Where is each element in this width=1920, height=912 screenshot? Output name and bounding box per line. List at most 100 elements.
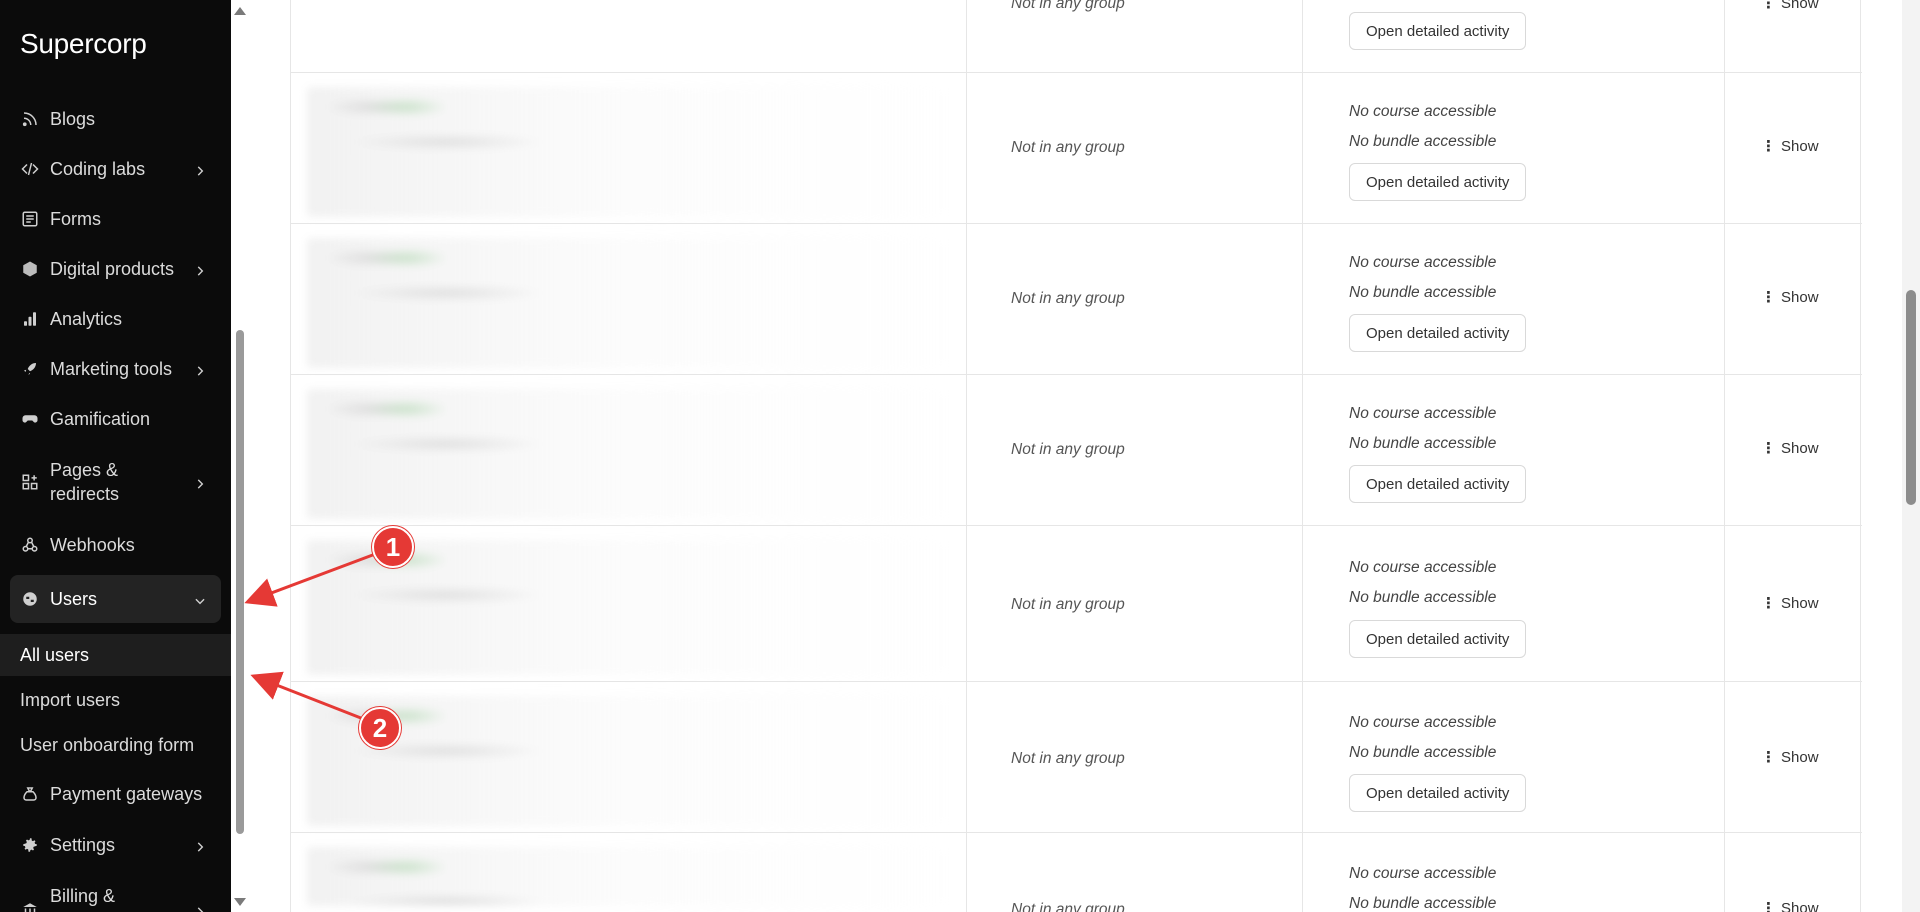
rss-icon	[20, 109, 40, 129]
show-label: Show	[1781, 440, 1819, 457]
course-access-text: No course accessible	[1349, 865, 1497, 882]
sidebar-subitem-user-onboarding-form[interactable]: User onboarding form	[0, 724, 231, 766]
gear-icon	[20, 835, 40, 855]
brand-logo[interactable]: Supercorp	[20, 28, 147, 60]
sidebar-item-label: Forms	[50, 208, 101, 229]
open-detailed-activity-button[interactable]: Open detailed activity	[1349, 774, 1527, 812]
table-row: Not in any group No course accessible No…	[291, 682, 1862, 833]
show-actions-button[interactable]: ⋮ Show	[1761, 749, 1819, 766]
open-detailed-activity-button[interactable]: Open detailed activity	[1349, 314, 1527, 352]
table-row: Not in any group No course accessible No…	[291, 73, 1862, 224]
sidebar-item-marketing-tools[interactable]: Marketing tools	[10, 349, 221, 389]
chevron-right-icon	[193, 162, 207, 176]
annotation-marker-2: 2	[359, 707, 401, 749]
bundle-access-text: No bundle accessible	[1349, 895, 1497, 912]
open-detailed-activity-button[interactable]: Open detailed activity	[1349, 12, 1527, 50]
rocket-icon	[20, 359, 40, 379]
course-access-text: No course accessible	[1349, 714, 1497, 731]
chevron-right-icon	[193, 903, 207, 912]
sidebar-item-label: Settings	[50, 834, 116, 855]
bank-icon	[20, 900, 40, 912]
sidebar-item-gamification[interactable]: Gamification	[10, 399, 221, 439]
sidebar-item-pages-redirects[interactable]: Pages & redirects	[10, 453, 221, 511]
show-label: Show	[1781, 595, 1819, 612]
chevron-right-icon	[193, 838, 207, 852]
grid-plus-icon	[20, 472, 40, 492]
kebab-menu-icon: ⋮	[1761, 0, 1776, 12]
show-label: Show	[1781, 138, 1819, 155]
kebab-menu-icon: ⋮	[1761, 900, 1776, 912]
show-actions-button[interactable]: ⋮ Show	[1761, 900, 1819, 912]
chevron-right-icon	[193, 262, 207, 276]
open-detailed-activity-button[interactable]: Open detailed activity	[1349, 465, 1527, 503]
chevron-right-icon	[193, 475, 207, 489]
users-globe-icon	[20, 589, 40, 609]
box-icon	[20, 259, 40, 279]
bundle-access-text: No bundle accessible	[1349, 435, 1497, 452]
group-cell: Not in any group	[1011, 290, 1125, 307]
page-scrollbar[interactable]	[1902, 0, 1920, 912]
course-access-text: No course accessible	[1349, 405, 1497, 422]
course-access-text: No course accessible	[1349, 254, 1497, 271]
show-actions-button[interactable]: ⋮ Show	[1761, 138, 1819, 155]
sidebar-item-label: Blogs	[50, 108, 96, 129]
sidebar-item-label: Digital products	[50, 258, 175, 279]
group-cell: Not in any group	[1011, 0, 1125, 12]
chevron-right-icon	[193, 362, 207, 376]
sidebar-item-forms[interactable]: Forms	[10, 199, 221, 239]
show-actions-button[interactable]: ⋮ Show	[1761, 440, 1819, 457]
bar-chart-icon	[20, 309, 40, 329]
table-row: Not in any group No course accessible No…	[291, 526, 1862, 682]
sidebar-item-settings[interactable]: Settings	[10, 825, 221, 865]
user-info-blurred	[307, 847, 947, 906]
table-row: Not in any group No course accessible No…	[291, 375, 1862, 526]
sidebar-item-label: Users	[50, 588, 98, 609]
sidebar-item-label: Analytics	[50, 308, 123, 329]
table-row: Not in any group No course accessible No…	[291, 833, 1862, 912]
show-label: Show	[1781, 749, 1819, 766]
group-cell: Not in any group	[1011, 441, 1125, 458]
sidebar-item-label: Payment gateways	[50, 783, 203, 804]
sidebar-item-webhooks[interactable]: Webhooks	[10, 525, 221, 565]
user-info-blurred	[307, 87, 947, 217]
show-actions-button[interactable]: ⋮ Show	[1761, 289, 1819, 306]
show-label: Show	[1781, 0, 1819, 12]
sidebar-item-blogs[interactable]: Blogs	[10, 99, 221, 139]
sidebar: Supercorp Blogs Coding labs Forms Digita…	[0, 0, 231, 912]
sidebar-item-payment-gateways[interactable]: Payment gateways	[10, 774, 221, 814]
sidebar-subitem-import-users[interactable]: Import users	[0, 679, 231, 721]
sidebar-subitem-all-users[interactable]: All users	[0, 634, 231, 676]
kebab-menu-icon: ⋮	[1761, 440, 1776, 457]
sidebar-item-coding-labs[interactable]: Coding labs	[10, 149, 221, 189]
show-label: Show	[1781, 900, 1819, 912]
table-row: Not in any group Open detailed activity …	[291, 0, 1862, 73]
group-cell: Not in any group	[1011, 750, 1125, 767]
kebab-menu-icon: ⋮	[1761, 595, 1776, 612]
sidebar-scrollbar-thumb[interactable]	[236, 330, 244, 834]
sidebar-item-digital-products[interactable]: Digital products	[10, 249, 221, 289]
sidebar-item-billing[interactable]: Billing &	[10, 876, 221, 912]
webhook-icon	[20, 535, 40, 555]
scroll-up-arrow-icon[interactable]	[234, 7, 246, 15]
code-icon	[20, 159, 40, 179]
scroll-down-arrow-icon[interactable]	[234, 898, 246, 906]
sidebar-item-users[interactable]: Users	[10, 575, 221, 623]
sidebar-item-label: Pages & redirects	[50, 460, 120, 504]
open-detailed-activity-button[interactable]: Open detailed activity	[1349, 163, 1527, 201]
open-detailed-activity-button[interactable]: Open detailed activity	[1349, 620, 1527, 658]
bundle-access-text: No bundle accessible	[1349, 284, 1497, 301]
show-actions-button[interactable]: ⋮ Show	[1761, 0, 1819, 12]
sidebar-scrollbar[interactable]	[231, 0, 248, 912]
sidebar-item-label: Billing &	[50, 886, 116, 906]
bundle-access-text: No bundle accessible	[1349, 744, 1497, 761]
page-scrollbar-thumb[interactable]	[1906, 290, 1916, 505]
sidebar-item-analytics[interactable]: Analytics	[10, 299, 221, 339]
form-icon	[20, 209, 40, 229]
kebab-menu-icon: ⋮	[1761, 289, 1776, 306]
group-cell: Not in any group	[1011, 901, 1125, 912]
show-label: Show	[1781, 289, 1819, 306]
sidebar-item-label: Coding labs	[50, 158, 146, 179]
gamepad-icon	[20, 409, 40, 429]
sidebar-item-label: Gamification	[50, 408, 151, 429]
show-actions-button[interactable]: ⋮ Show	[1761, 595, 1819, 612]
